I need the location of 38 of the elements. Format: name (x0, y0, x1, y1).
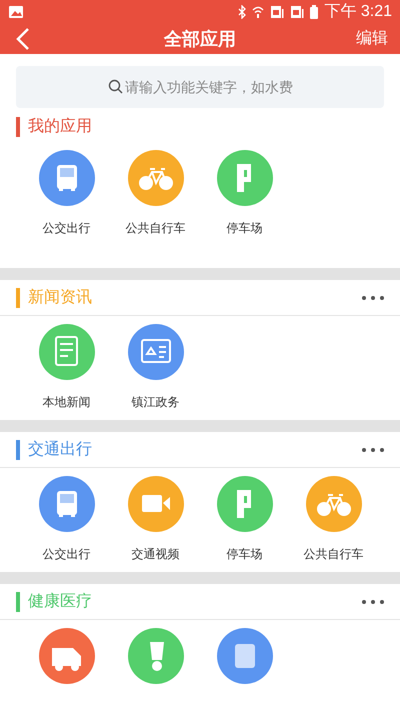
more-icon[interactable] (362, 600, 384, 604)
page-title: 全部应用 (164, 28, 236, 50)
section-title: 我的应用 (28, 116, 92, 137)
app-label[interactable]: 公交出行 (42, 545, 90, 563)
parking-icon[interactable] (216, 150, 272, 206)
sim-card-icon (270, 5, 284, 19)
back-icon (16, 28, 30, 50)
bluetooth-icon (238, 5, 246, 19)
clock: 下午 3:21 (324, 2, 392, 22)
video-camera-icon[interactable] (128, 476, 184, 532)
parking-icon[interactable] (216, 476, 272, 532)
image-icon (8, 5, 24, 19)
section-title: 新闻资讯 (28, 288, 92, 308)
more-icon[interactable] (362, 448, 384, 452)
app-label[interactable]: 公共自行车 (304, 545, 364, 563)
app-label[interactable]: 本地新闻 (42, 393, 90, 411)
search-field[interactable]: 请输入功能关键字，如水费 (16, 66, 384, 108)
app-label[interactable]: 公交出行 (42, 219, 90, 237)
app-label[interactable]: 停车场 (226, 219, 262, 237)
wifi-icon (252, 6, 264, 18)
app-label[interactable]: 镇江政务 (132, 393, 180, 411)
app-icon[interactable] (216, 628, 272, 684)
section-title: 交通出行 (28, 440, 92, 460)
id-card-icon[interactable] (128, 324, 184, 380)
app-label[interactable]: 交通视频 (132, 545, 180, 563)
app-label[interactable]: 停车场 (226, 545, 262, 563)
section-title: 健康医疗 (28, 592, 92, 612)
more-icon[interactable] (362, 296, 384, 300)
app-label[interactable]: 公共自行车 (126, 219, 186, 237)
edit-button[interactable]: 编辑 (356, 27, 388, 51)
bicycle-icon[interactable] (128, 150, 184, 206)
search-icon (108, 79, 123, 94)
bus-icon[interactable] (38, 476, 94, 532)
sim-card-icon (290, 5, 304, 19)
battery-icon (310, 5, 318, 19)
bicycle-icon[interactable] (306, 476, 362, 532)
document-icon[interactable] (38, 324, 94, 380)
bus-icon[interactable] (38, 150, 94, 206)
